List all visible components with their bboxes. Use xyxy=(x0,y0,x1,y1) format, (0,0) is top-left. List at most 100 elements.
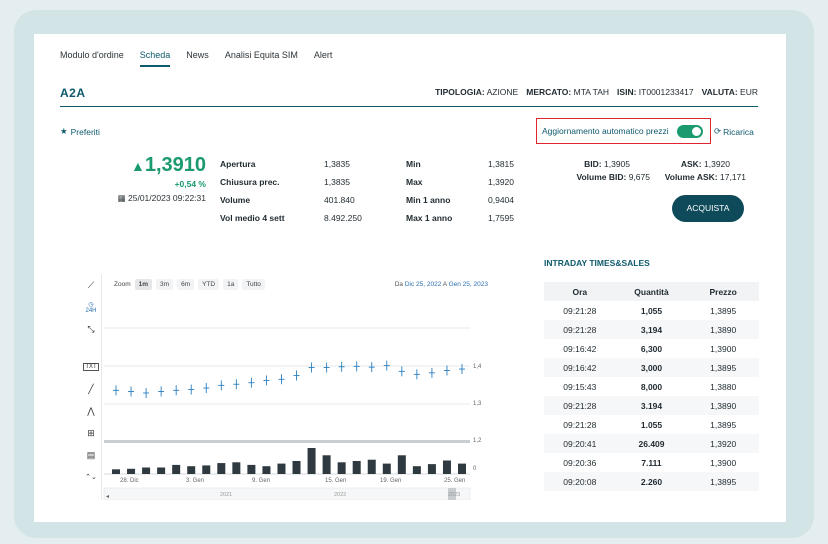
ricarica-button[interactable]: ⟳ Ricarica xyxy=(714,126,754,137)
chart-plot[interactable]: 1,4 1,3 1,2 0 28. Dic 3. Gen 9. Gen 15. … xyxy=(80,274,490,500)
price-change: +0,54 % xyxy=(174,179,206,189)
price-mark xyxy=(308,362,315,373)
tab-news[interactable]: News xyxy=(186,50,209,67)
bid-ask-row: BID: 1,3905 ASK: 1,3920 xyxy=(554,159,746,172)
volume-bar xyxy=(442,460,451,474)
price-mark xyxy=(413,369,420,380)
stock-meta: TIPOLOGIA: AZIONE MERCATO: MTA TAH ISIN:… xyxy=(435,87,758,97)
stat-label: Apertura xyxy=(220,159,256,169)
volume-bar xyxy=(427,464,436,474)
price-mark xyxy=(428,367,435,378)
intraday-title: INTRADAY TIMES&SALES xyxy=(544,258,650,268)
ask-label: ASK: xyxy=(680,159,702,169)
volume-bar xyxy=(172,464,181,474)
preferiti-button[interactable]: ★ Preferiti xyxy=(60,126,100,137)
volume-bar xyxy=(292,461,301,474)
volume-bar xyxy=(458,463,466,474)
calendar-icon: ▦ xyxy=(117,193,126,203)
volume-bar xyxy=(157,467,166,474)
cell-prezzo: 1,3920 xyxy=(710,438,737,449)
cell-ora: 09:20:08 xyxy=(563,476,597,487)
tab-scheda[interactable]: Scheda xyxy=(139,50,171,67)
stat-value: 1,3815 xyxy=(488,159,514,169)
tab-bar: Modulo d'ordine Scheda News Analisi Equi… xyxy=(60,50,348,67)
acquista-button[interactable]: ACQUISTA xyxy=(672,195,744,222)
volume-bar xyxy=(352,461,361,474)
vol-bid-value: 9,675 xyxy=(628,172,650,182)
x-tick-label: 9. Gen xyxy=(252,478,270,484)
navigator-year: 2022 xyxy=(334,492,346,498)
volume-bar xyxy=(142,467,151,474)
auto-update-toggle[interactable] xyxy=(676,124,703,138)
volume-bar xyxy=(397,455,406,474)
volume-bar xyxy=(412,466,421,474)
col-header-ora: Ora xyxy=(572,286,588,297)
volume-bar xyxy=(217,463,226,474)
cell-prezzo: 1,3890 xyxy=(710,400,737,411)
valuta-value: EUR xyxy=(740,87,758,97)
price-mark xyxy=(218,380,225,391)
y-tick-label: 1,4 xyxy=(473,364,482,370)
bid-label: BID: xyxy=(584,159,602,169)
table-row: 09:20:41 26.409 1,3920 xyxy=(544,434,759,453)
cell-quantita: 26.409 xyxy=(638,438,665,449)
x-tick-label: 25. Gen xyxy=(444,478,465,484)
cell-quantita: 6,300 xyxy=(640,343,663,354)
price-mark xyxy=(293,370,300,381)
volume-bar xyxy=(337,462,346,474)
volume-bar xyxy=(247,464,256,474)
stat-value: 1,7595 xyxy=(488,213,514,223)
price-mark xyxy=(443,365,450,376)
x-tick-label: 3. Gen xyxy=(186,478,204,484)
refresh-icon: ⟳ xyxy=(714,126,722,136)
volume-bar xyxy=(262,466,271,474)
price-mark xyxy=(173,385,180,396)
price-chart: ⟋ ◷ 24H ⤡ TXT ╱ ⋀ ⊞ ▤ ⌃⌄ Zoom 1m 3m 6m YT… xyxy=(80,274,490,500)
stats-table: Apertura 1,3835 Min 1,3815 Chiusura prec. 1… xyxy=(220,155,528,227)
price-mark xyxy=(203,383,210,394)
tab-alert[interactable]: Alert xyxy=(314,50,333,67)
cell-prezzo: 1,3895 xyxy=(710,419,737,430)
auto-update-control: Aggiornamento automatico prezzi xyxy=(536,118,711,144)
price-mark xyxy=(368,362,375,373)
cell-quantita: 1,055 xyxy=(640,305,663,316)
preferiti-label: Preferiti xyxy=(70,126,100,137)
cell-ora: 09:21:28 xyxy=(563,305,597,316)
cell-prezzo: 1,3895 xyxy=(710,305,737,316)
cell-quantita: 3,000 xyxy=(640,362,663,373)
timestamp-value: 25/01/2023 09:22:31 xyxy=(128,193,206,203)
vol-bid-label: Volume BID: xyxy=(576,172,627,182)
volume-bar xyxy=(367,459,376,474)
table-row: 09:20:08 2.260 1,3895 xyxy=(544,472,759,491)
navigator[interactable] xyxy=(103,487,471,500)
last-price: ▲1,3910 xyxy=(90,154,206,177)
cell-ora: 09:15:43 xyxy=(563,381,597,392)
ricarica-label: Ricarica xyxy=(723,126,754,137)
table-row: 09:16:42 3,000 1,3895 xyxy=(544,358,759,377)
price-block: ▲1,3910 +0,54 % ▦ 25/01/2023 09:22:31 xyxy=(90,154,206,204)
cell-ora: 09:16:42 xyxy=(563,362,597,373)
volume-bar xyxy=(307,448,316,474)
col-header-quantita: Quantità xyxy=(634,286,669,297)
volume-bar xyxy=(232,462,241,474)
table-row: 09:16:42 6,300 1,3900 xyxy=(544,339,759,358)
x-tick-label: 15. Gen xyxy=(325,478,346,484)
volume-bar xyxy=(277,463,286,474)
tab-modulo-ordine[interactable]: Modulo d'ordine xyxy=(60,50,124,67)
price-mark xyxy=(188,384,195,395)
volume-bar xyxy=(187,466,196,474)
last-price-value: 1,3910 xyxy=(144,154,206,176)
volume-bar xyxy=(322,455,331,474)
stat-label: Vol medio 4 sett xyxy=(220,213,285,223)
price-mark xyxy=(158,386,165,397)
stat-label: Min 1 anno xyxy=(406,195,451,205)
price-mark xyxy=(233,379,240,390)
price-mark xyxy=(323,362,330,373)
price-mark xyxy=(353,361,360,372)
stock-name: A2A xyxy=(60,86,86,100)
stat-value: 1,3920 xyxy=(488,177,514,187)
stat-value: 8.492.250 xyxy=(324,213,362,223)
tab-analisi-equita[interactable]: Analisi Equita SIM xyxy=(225,50,298,67)
vol-ask-label: Volume ASK: xyxy=(664,172,718,182)
scroll-left-icon[interactable]: ◂ xyxy=(106,494,109,500)
